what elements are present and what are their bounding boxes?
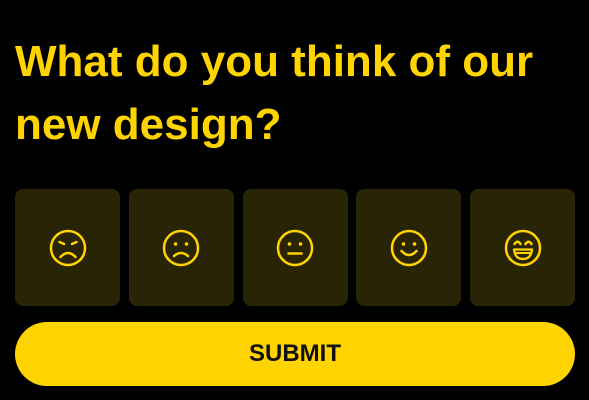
- very-sad-face-icon: [49, 229, 86, 266]
- sad-face-icon: [163, 229, 200, 266]
- rating-options: [15, 189, 575, 306]
- smile-face-icon: [390, 229, 427, 266]
- neutral-face-icon: [276, 229, 314, 266]
- rating-option-happy[interactable]: [356, 189, 462, 306]
- feedback-card: What do you think of our new design? SUB…: [0, 0, 589, 400]
- submit-button[interactable]: SUBMIT: [15, 322, 575, 386]
- rating-option-very-sad[interactable]: [15, 189, 120, 306]
- grin-face-icon: [504, 229, 541, 266]
- rating-option-neutral[interactable]: [242, 189, 348, 306]
- rating-option-very-happy[interactable]: [470, 189, 575, 306]
- rating-option-sad[interactable]: [128, 189, 234, 306]
- question-title: What do you think of our new design?: [15, 37, 534, 149]
